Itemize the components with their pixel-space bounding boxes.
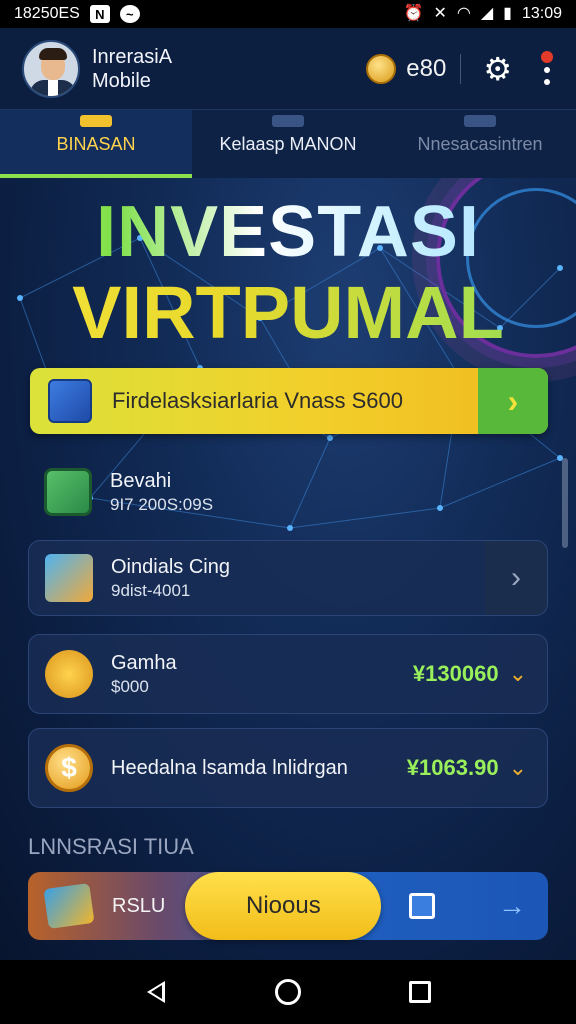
list-item-title: Gamha — [111, 651, 177, 674]
gear-icon[interactable]: ⚙ — [483, 53, 512, 85]
messenger-icon: ~ — [119, 5, 140, 23]
tab-label: BINASAN — [56, 133, 136, 154]
chevron-right-icon[interactable]: › — [478, 368, 548, 434]
more-menu-icon[interactable] — [540, 50, 554, 87]
app-title: InrerasiA Mobile — [92, 45, 172, 93]
notification-n-icon: N — [89, 5, 110, 23]
hero-title-line1: INVESTASI — [0, 196, 576, 268]
list-item-value: ¥1063.90 — [406, 755, 499, 780]
coin-stack-icon — [366, 53, 397, 84]
back-button[interactable] — [141, 977, 171, 1007]
tab-indicator-icon — [464, 115, 496, 127]
list-item-value: ¥130060 — [412, 661, 499, 686]
status-bar: 18250ES N ~ ⏰ ✕ ◠ ◢ ▮ 13:09 — [0, 0, 576, 28]
list-item-heedalna[interactable]: $ Heedalna lsamda lnlidrgan ¥1063.90 ⌄ — [28, 728, 548, 808]
mute-icon: ✕ — [433, 5, 447, 22]
list-item-body: Gamha $000 — [111, 651, 177, 697]
home-icon — [275, 979, 301, 1005]
avatar[interactable] — [22, 39, 80, 98]
list-item-subtitle: 9I7 200S:09S — [110, 494, 214, 514]
package-icon — [43, 882, 95, 930]
list-item-body: Heedalna lsamda lnlidrgan — [111, 756, 348, 781]
tab-nnesacasintren[interactable]: Nnesacasintren — [384, 110, 576, 178]
hero-title-line2: VIRTPUMAL — [0, 276, 576, 350]
list-item-title: Oindials Cing — [111, 555, 230, 578]
chevron-down-icon[interactable]: ⌄ — [509, 755, 527, 781]
tab-kelaasp-manon[interactable]: Kelaasp MANON — [192, 110, 384, 178]
status-right: ⏰ ✕ ◠ ◢ ▮ 13:09 — [404, 5, 562, 23]
chevron-right-icon[interactable]: › — [485, 541, 547, 615]
list-item-body: Bevahi 9I7 200S:09S — [110, 469, 213, 515]
status-left: 18250ES N ~ — [14, 5, 140, 23]
app-title-line1: InrerasiA — [92, 45, 173, 68]
tab-label: Nnesacasintren — [417, 133, 543, 154]
back-icon — [147, 981, 165, 1003]
chevron-down-icon[interactable]: ⌄ — [509, 661, 527, 687]
system-nav-bar — [0, 960, 576, 1024]
coin-amount: e80 — [406, 54, 447, 82]
recents-icon — [409, 981, 431, 1003]
hero-title: INVESTASI VIRTPUMAL — [0, 196, 576, 350]
list-item-subtitle: 9dist-4001 — [111, 580, 191, 600]
tab-indicator-icon — [80, 115, 112, 127]
list-item-body: Oindials Cing 9dist-4001 — [111, 555, 230, 601]
status-time: 13:09 — [521, 5, 562, 22]
tab-indicator-icon — [272, 115, 304, 127]
recents-button[interactable] — [405, 977, 435, 1007]
wifi-icon: ◠ — [456, 5, 471, 22]
list-item-gamha[interactable]: Gamha $000 ¥130060 ⌄ — [28, 634, 548, 714]
app-header: InrerasiA Mobile e80 ⚙ — [0, 28, 576, 110]
promo-banner[interactable]: Firdelasksiarlaria Vnass S600 › — [30, 368, 548, 434]
signal-icon: ◢ — [480, 5, 494, 22]
list-item-subtitle: $000 — [111, 676, 149, 696]
home-button[interactable] — [273, 977, 303, 1007]
alarm-icon: ⏰ — [403, 5, 424, 22]
coin-balance[interactable]: e80 — [366, 53, 447, 84]
scrollbar[interactable] — [562, 458, 568, 548]
dollar-coin-icon: $ — [45, 744, 93, 792]
list-item-oindials-cing[interactable]: Oindials Cing 9dist-4001 › — [28, 540, 548, 616]
banner-text: Firdelasksiarlaria Vnass S600 — [112, 388, 404, 413]
tab-binasan[interactable]: BINASAN — [0, 110, 192, 178]
folder-icon — [45, 554, 93, 602]
header-divider — [460, 53, 462, 84]
list-item-title: Bevahi — [110, 469, 172, 492]
cube-icon — [48, 379, 92, 423]
arrow-right-icon[interactable]: → — [498, 890, 526, 922]
status-left-text: 18250ES — [14, 5, 80, 22]
tab-bar: BINASAN Kelaasp MANON Nnesacasintren — [0, 110, 576, 178]
list-item-bevahi[interactable]: Bevahi 9I7 200S:09S — [28, 460, 548, 524]
app-screen: InrerasiA Mobile e80 ⚙ BINASAN Kelaasp M… — [0, 28, 576, 960]
list-item-title: Heedalna lsamda lnlidrgan — [111, 756, 348, 779]
section-label: LNNSRASI TIUA — [28, 834, 194, 859]
action-bar-label: RSLU — [112, 894, 166, 917]
primary-action-button[interactable]: Nioous — [185, 872, 382, 940]
balance-icon — [44, 468, 92, 516]
window-icon[interactable] — [409, 893, 436, 919]
plant-coin-icon — [45, 650, 93, 698]
action-bar: RSLU Nioous → — [28, 872, 548, 940]
app-title-line2: Mobile — [92, 69, 151, 92]
battery-icon: ▮ — [503, 5, 512, 22]
tab-label: Kelaasp MANON — [219, 133, 357, 154]
notification-badge — [541, 50, 553, 63]
